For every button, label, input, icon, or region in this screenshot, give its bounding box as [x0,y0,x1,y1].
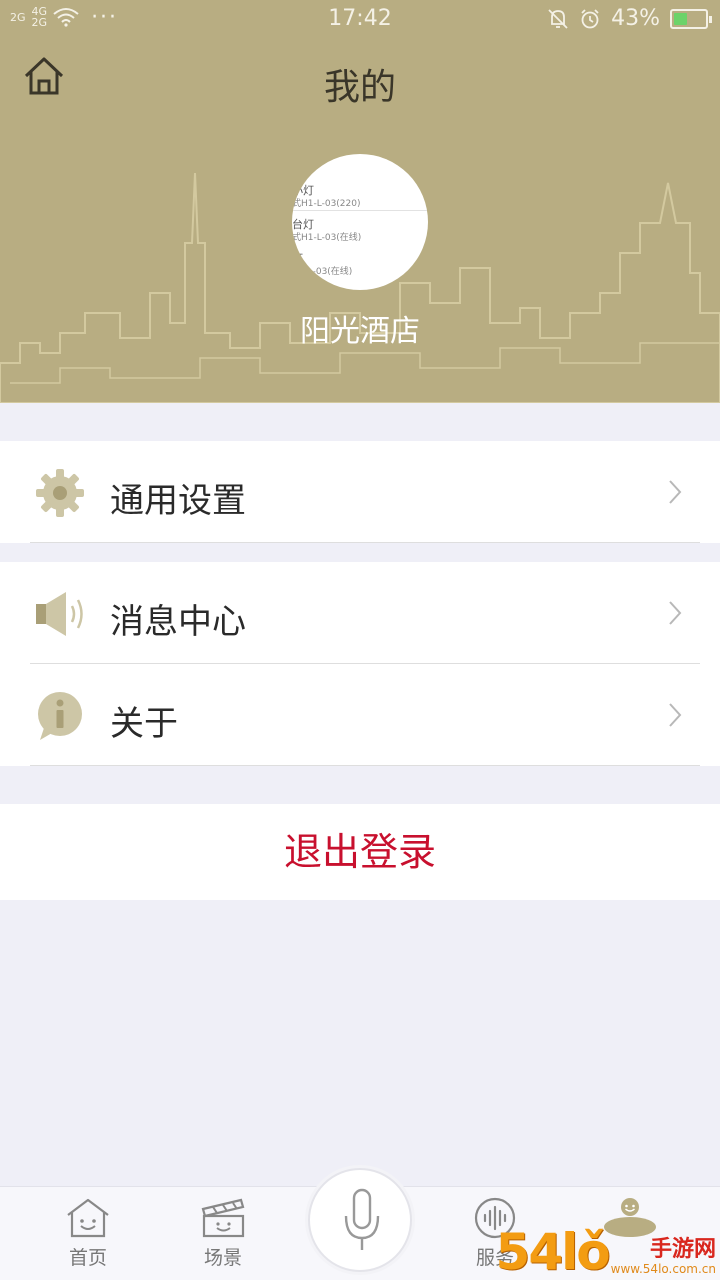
watermark-url: www.54lo.com.cn [610,1262,716,1276]
about-label: 关于 [110,704,178,744]
profile-header: 2G 4G 2G ··· 17:42 43% 我的 小灯 式H1-L-03(22… [0,0,720,403]
speaker-icon [36,592,83,636]
general-settings-row[interactable]: 通用设置 [0,441,720,543]
avatar-device-detail: 式H1-L-03(在线) [292,233,362,243]
mute-bell-icon [548,8,568,29]
info-icon [38,692,82,740]
chevron-right-icon [669,601,682,625]
message-center-label: 消息中心 [110,602,246,642]
info-group: 消息中心 关于 [0,562,720,766]
divider [30,765,700,766]
home-smile-icon [67,1198,109,1238]
battery-percent: 43% [611,6,660,31]
nav-home[interactable]: 首页 [38,1197,138,1270]
avatar-device-detail: H1-L-03(在线) [292,267,353,277]
status-bar: 2G 4G 2G ··· 17:42 43% [0,0,720,38]
general-settings-label: 通用设置 [110,481,246,521]
site-watermark: 54 lǒ 手游网 www.54lo.com.cn [495,1223,716,1280]
logout-button[interactable]: 退出登录 [0,804,720,900]
chevron-right-icon [669,480,682,504]
chevron-right-icon [669,703,682,727]
page-title: 我的 [323,67,396,108]
avatar-device-detail: 式H1-L-03(220) [292,199,361,209]
gear-icon [36,469,84,517]
nav-scene[interactable]: 场景 [173,1197,273,1270]
watermark-number: 54 [495,1223,564,1280]
nav-home-label: 首页 [68,1247,107,1269]
alarm-icon [581,8,599,28]
nav-scene-label: 场景 [203,1247,242,1269]
avatar[interactable]: 小灯 式H1-L-03(220) 台灯 式H1-L-03(在线) 灯 H1-L-… [292,154,428,290]
battery-icon [670,8,712,29]
battery-level-fill [674,12,687,25]
clapperboard-icon [201,1198,245,1238]
hotel-name: 阳光酒店 [300,314,420,349]
microphone-icon [344,1188,380,1250]
voice-button[interactable] [308,1168,412,1272]
avatar-divider [292,210,428,211]
watermark-name: 手游网 [649,1237,716,1262]
message-center-row[interactable]: 消息中心 [0,562,720,664]
watermark-glyph: lǒ [561,1223,610,1280]
about-row[interactable]: 关于 [0,664,720,766]
divider [30,542,700,543]
settings-group: 通用设置 [0,441,720,543]
